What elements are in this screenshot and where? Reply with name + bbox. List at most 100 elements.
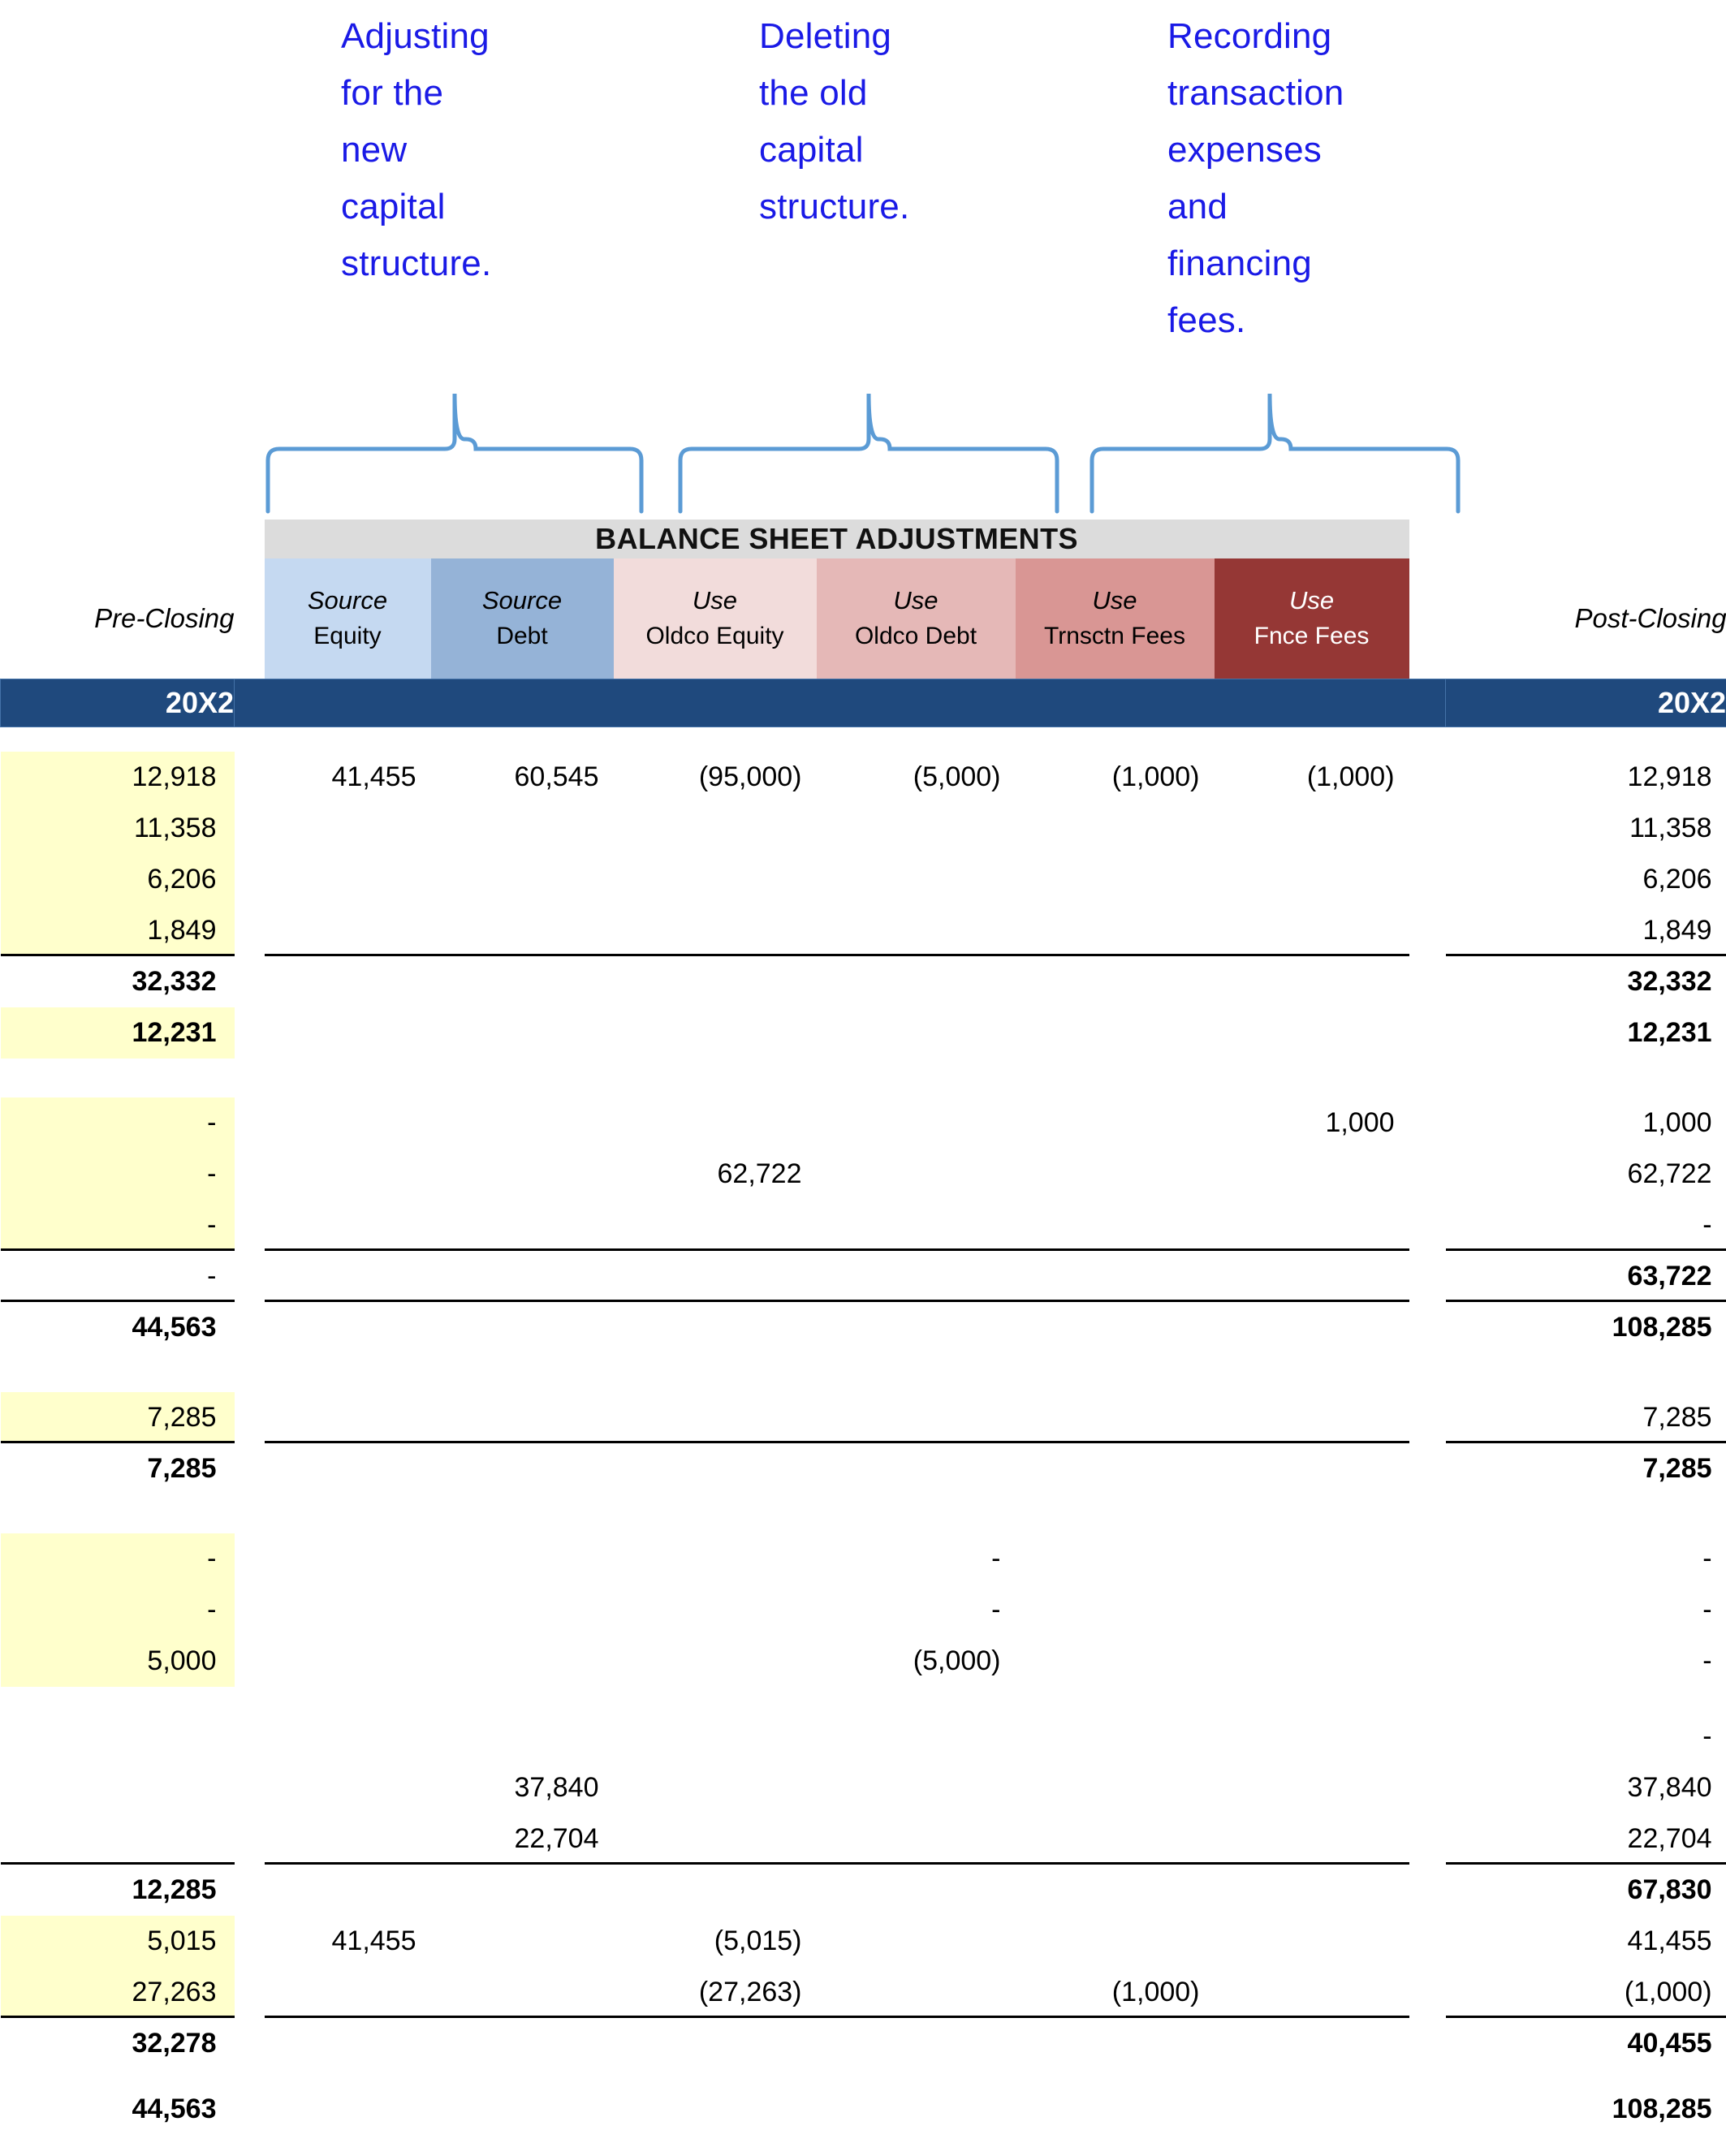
cell-use-fnce-fees[interactable] (1215, 905, 1409, 956)
cell-use-oldco-debt[interactable] (817, 1443, 1016, 1494)
cell-post-closing[interactable]: 12,231 (1446, 1007, 1726, 1059)
cell-use-oldco-equity[interactable] (614, 1813, 817, 1865)
cell-pre-closing[interactable]: - (1, 1251, 235, 1302)
cell-source-equity[interactable] (265, 854, 431, 905)
cell-use-oldco-equity[interactable] (614, 1302, 817, 1353)
cell-use-trnsctn-fees[interactable] (1016, 1533, 1215, 1585)
cell-post-closing[interactable]: 1,000 (1446, 1097, 1726, 1149)
cell-post-closing[interactable]: 11,358 (1446, 803, 1726, 854)
cell-source-debt[interactable] (431, 2084, 614, 2135)
cell-use-trnsctn-fees[interactable]: (1,000) (1016, 752, 1215, 803)
cell-use-oldco-debt[interactable] (817, 1097, 1016, 1149)
cell-post-closing[interactable]: 41,455 (1446, 1916, 1726, 1967)
cell-post-closing[interactable]: 67,830 (1446, 1865, 1726, 1916)
cell-source-equity[interactable] (265, 2018, 431, 2069)
cell-use-oldco-debt[interactable] (817, 1302, 1016, 1353)
cell-use-trnsctn-fees[interactable] (1016, 1443, 1215, 1494)
cell-pre-closing[interactable]: 12,231 (0, 1007, 235, 1059)
cell-source-debt[interactable] (431, 1636, 614, 1687)
cell-use-oldco-equity[interactable] (614, 1636, 817, 1687)
cell-use-trnsctn-fees[interactable] (1016, 1149, 1215, 1200)
cell-source-equity[interactable] (265, 1443, 431, 1494)
cell-use-fnce-fees[interactable] (1215, 1392, 1409, 1443)
cell-source-debt[interactable] (431, 956, 614, 1007)
cell-use-oldco-equity[interactable] (614, 1865, 817, 1916)
cell-post-closing[interactable]: 6,206 (1446, 854, 1726, 905)
cell-use-oldco-equity[interactable] (614, 1007, 817, 1059)
cell-use-trnsctn-fees[interactable] (1016, 1865, 1215, 1916)
cell-post-closing[interactable]: - (1446, 1200, 1726, 1251)
cell-source-debt[interactable] (431, 1865, 614, 1916)
cell-use-fnce-fees[interactable] (1215, 2084, 1409, 2135)
cell-use-oldco-debt[interactable] (817, 1149, 1016, 1200)
cell-pre-closing[interactable]: 12,285 (1, 1865, 235, 1916)
cell-pre-closing[interactable]: 7,285 (1, 1443, 235, 1494)
cell-use-fnce-fees[interactable] (1215, 1711, 1409, 1762)
cell-use-fnce-fees[interactable] (1215, 956, 1409, 1007)
cell-source-equity[interactable] (265, 1865, 431, 1916)
cell-use-oldco-equity[interactable]: (5,015) (614, 1916, 817, 1967)
cell-pre-closing[interactable]: 6,206 (0, 854, 235, 905)
cell-use-trnsctn-fees[interactable] (1016, 1813, 1215, 1865)
cell-pre-closing[interactable]: 44,563 (1, 2084, 235, 2135)
cell-use-oldco-debt[interactable]: (5,000) (817, 752, 1016, 803)
cell-use-oldco-equity[interactable] (614, 1200, 817, 1251)
cell-use-oldco-debt[interactable] (817, 905, 1016, 956)
cell-post-closing[interactable]: 7,285 (1446, 1392, 1726, 1443)
cell-pre-closing[interactable]: 27,263 (0, 1967, 235, 2018)
cell-use-oldco-debt[interactable] (817, 803, 1016, 854)
cell-use-fnce-fees[interactable] (1215, 1443, 1409, 1494)
cell-source-debt[interactable] (431, 1392, 614, 1443)
cell-source-equity[interactable] (265, 1200, 431, 1251)
cell-use-fnce-fees[interactable] (1215, 1762, 1409, 1813)
cell-source-equity[interactable] (265, 1585, 431, 1636)
cell-use-oldco-debt[interactable] (817, 1967, 1016, 2018)
cell-use-oldco-equity[interactable] (614, 2084, 817, 2135)
cell-use-oldco-debt[interactable] (817, 1007, 1016, 1059)
cell-use-oldco-debt[interactable] (817, 2084, 1016, 2135)
cell-use-oldco-equity[interactable]: 62,722 (614, 1149, 817, 1200)
cell-use-fnce-fees[interactable] (1215, 854, 1409, 905)
cell-source-equity[interactable] (265, 1251, 431, 1302)
cell-post-closing[interactable]: 7,285 (1446, 1443, 1726, 1494)
cell-source-equity[interactable] (265, 1302, 431, 1353)
cell-source-debt[interactable] (431, 1149, 614, 1200)
cell-source-equity[interactable]: 41,455 (265, 1916, 431, 1967)
cell-source-debt[interactable] (431, 854, 614, 905)
cell-post-closing[interactable]: 62,722 (1446, 1149, 1726, 1200)
cell-use-fnce-fees[interactable] (1215, 1916, 1409, 1967)
cell-pre-closing[interactable] (1, 1813, 235, 1865)
cell-source-debt[interactable] (431, 1585, 614, 1636)
cell-use-fnce-fees[interactable]: (1,000) (1215, 752, 1409, 803)
cell-source-debt[interactable] (431, 1302, 614, 1353)
cell-source-equity[interactable] (265, 1392, 431, 1443)
cell-use-oldco-debt[interactable]: (5,000) (817, 1636, 1016, 1687)
cell-post-closing[interactable]: 108,285 (1446, 2084, 1726, 2135)
cell-use-fnce-fees[interactable] (1215, 1251, 1409, 1302)
cell-pre-closing[interactable]: - (0, 1149, 235, 1200)
cell-use-oldco-equity[interactable] (614, 1762, 817, 1813)
cell-use-oldco-equity[interactable]: (95,000) (614, 752, 817, 803)
cell-source-debt[interactable] (431, 1251, 614, 1302)
cell-pre-closing[interactable] (1, 1762, 235, 1813)
cell-source-equity[interactable] (265, 1967, 431, 2018)
cell-use-fnce-fees[interactable] (1215, 1149, 1409, 1200)
cell-source-debt[interactable]: 22,704 (431, 1813, 614, 1865)
cell-pre-closing[interactable]: - (0, 1585, 235, 1636)
cell-use-trnsctn-fees[interactable] (1016, 854, 1215, 905)
cell-post-closing[interactable]: - (1446, 1533, 1726, 1585)
cell-use-oldco-debt[interactable] (817, 1762, 1016, 1813)
cell-use-fnce-fees[interactable]: 1,000 (1215, 1097, 1409, 1149)
cell-use-oldco-debt[interactable] (817, 1916, 1016, 1967)
cell-use-oldco-debt[interactable]: - (817, 1533, 1016, 1585)
cell-use-fnce-fees[interactable] (1215, 1585, 1409, 1636)
cell-use-oldco-debt[interactable] (817, 2018, 1016, 2069)
cell-source-equity[interactable] (265, 1762, 431, 1813)
cell-source-equity[interactable] (265, 1007, 431, 1059)
cell-use-oldco-debt[interactable]: - (817, 1585, 1016, 1636)
cell-use-trnsctn-fees[interactable] (1016, 1302, 1215, 1353)
cell-use-trnsctn-fees[interactable] (1016, 956, 1215, 1007)
cell-use-oldco-equity[interactable] (614, 2018, 817, 2069)
cell-use-oldco-equity[interactable] (614, 905, 817, 956)
cell-use-trnsctn-fees[interactable]: (1,000) (1016, 1967, 1215, 2018)
